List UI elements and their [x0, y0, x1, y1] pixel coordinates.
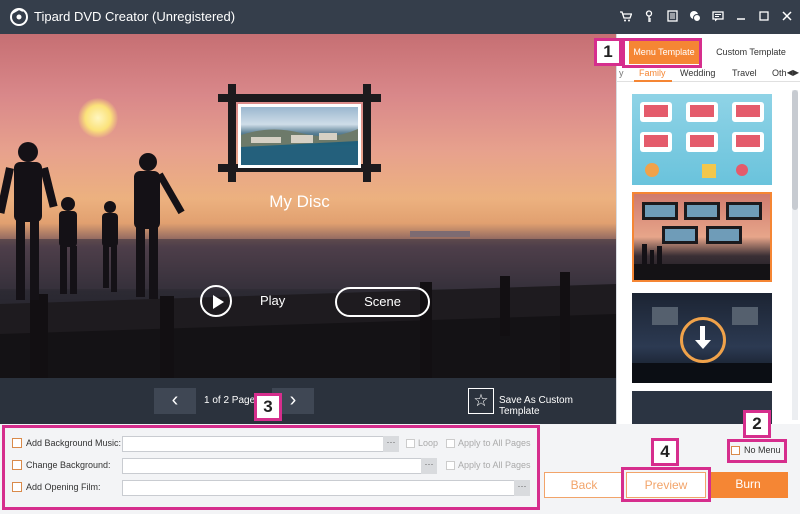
star-icon[interactable]: ☆ [468, 388, 494, 414]
scene-button[interactable]: Scene [335, 287, 430, 317]
app-window: Tipard DVD Creator (Unregistered) My Dis… [0, 0, 800, 514]
disc-thumbnail-frame[interactable] [218, 84, 381, 182]
menu-preview: My Disc Play Scene [0, 34, 616, 378]
template-scrollbar[interactable] [792, 90, 798, 420]
selected-category-underline [634, 80, 672, 82]
back-button[interactable]: Back [544, 472, 624, 498]
category-other[interactable]: Oth [772, 68, 787, 78]
annotation-badge-4: 4 [651, 438, 679, 466]
close-icon[interactable] [780, 9, 794, 23]
play-label[interactable]: Play [260, 293, 285, 308]
category-partial[interactable]: y [619, 68, 624, 78]
category-family[interactable]: Family [639, 68, 666, 78]
harbor-image [241, 107, 358, 165]
download-icon[interactable] [680, 317, 726, 363]
scrollbar-thumb[interactable] [792, 90, 798, 210]
cart-icon[interactable] [619, 9, 633, 23]
app-logo-icon [10, 7, 28, 26]
chat-icon[interactable] [688, 9, 702, 23]
disc-title-text[interactable]: My Disc [218, 192, 381, 212]
template-thumbnail-download[interactable] [632, 293, 772, 383]
disc-thumbnail [238, 104, 361, 168]
register-icon[interactable] [665, 9, 679, 23]
page-navigation-bar: ‹ 1 of 2 Pages › ☆ Save As Custom Templa… [0, 378, 616, 424]
category-travel[interactable]: Travel [732, 68, 757, 78]
template-thumbnail-selected[interactable] [632, 192, 772, 282]
template-categories: y Family Wedding Travel Oth ◀▶ [617, 66, 800, 82]
template-panel: Menu Template Custom Template y Family W… [616, 34, 800, 424]
annotation-badge-2: 2 [743, 410, 771, 438]
minimize-icon[interactable] [734, 9, 748, 23]
play-button[interactable] [200, 285, 232, 317]
maximize-icon[interactable] [757, 9, 771, 23]
feedback-icon[interactable] [711, 9, 725, 23]
annotation-highlight-menu-template [622, 38, 702, 68]
annotation-badge-3: 3 [254, 393, 282, 421]
previous-page-button[interactable]: ‹ [154, 388, 196, 414]
annotation-badge-1: 1 [594, 38, 622, 66]
save-as-custom-template-link[interactable]: Save As Custom Template [499, 395, 616, 417]
title-bar-icons [619, 9, 794, 23]
template-thumbnail[interactable] [632, 94, 772, 185]
annotation-highlight-preview [621, 467, 711, 502]
page-indicator: 1 of 2 Pages [204, 395, 261, 406]
key-icon[interactable] [642, 9, 656, 23]
window-title: Tipard DVD Creator (Unregistered) [34, 9, 236, 24]
annotation-highlight-options [2, 425, 540, 510]
category-wedding[interactable]: Wedding [680, 68, 715, 78]
category-scroll-arrows-icon[interactable]: ◀▶ [787, 68, 799, 77]
burn-button[interactable]: Burn [708, 472, 788, 498]
tab-custom-template[interactable]: Custom Template [713, 40, 789, 64]
annotation-highlight-no-menu [727, 439, 787, 463]
title-bar: Tipard DVD Creator (Unregistered) [0, 0, 800, 34]
